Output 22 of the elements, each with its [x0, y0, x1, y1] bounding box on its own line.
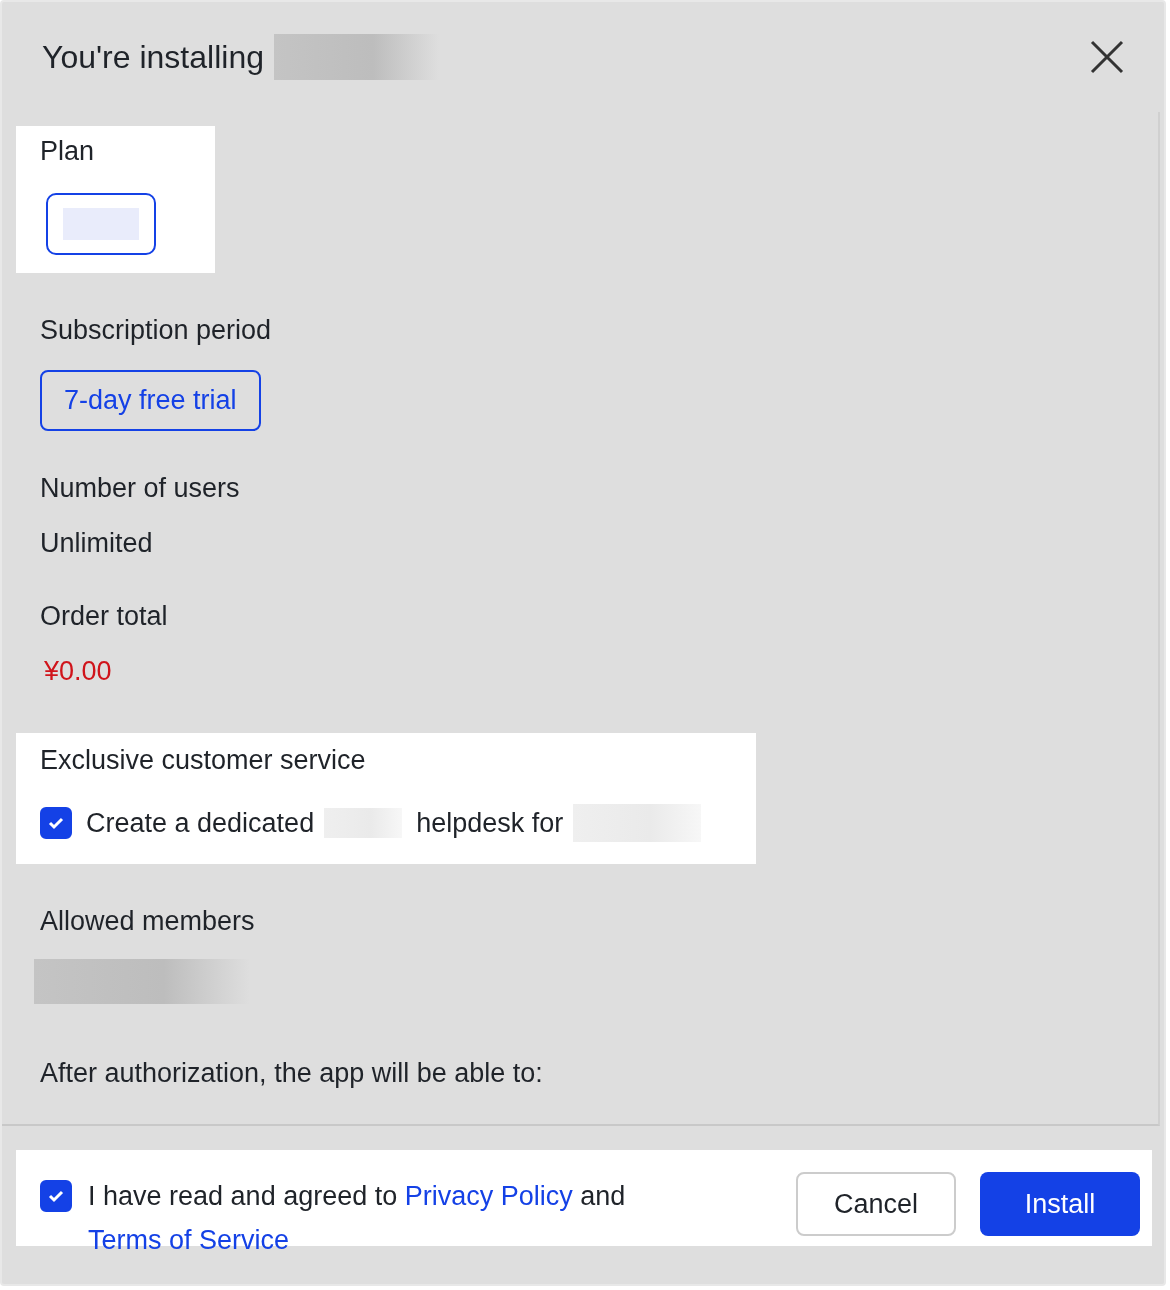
section-label: Allowed members — [39, 906, 256, 937]
section-label: Subscription period — [40, 315, 273, 346]
checkbox[interactable] — [40, 807, 72, 839]
close-icon[interactable] — [1090, 40, 1124, 74]
section-label: Exclusive customer service — [40, 745, 367, 776]
section-label: Number of users — [40, 473, 241, 504]
checkbox-label: Create a dedicated — [86, 807, 315, 839]
dialog-title: You're installing — [42, 38, 264, 76]
checkbox[interactable] — [40, 1180, 72, 1212]
plan-option[interactable] — [46, 193, 156, 255]
section-label: Order total — [40, 601, 169, 632]
permissions-heading: After authorization, the app will be able to: — [40, 1058, 544, 1089]
privacy-policy-link[interactable]: Privacy Policy — [404, 1181, 573, 1211]
install-button[interactable]: Install — [980, 1172, 1140, 1236]
order-total-price: ¥0.00 — [43, 656, 113, 687]
section-label: Plan — [40, 136, 96, 167]
users-value: Unlimited — [40, 528, 154, 559]
period-option[interactable]: 7-day free trial — [40, 370, 261, 431]
agreement-text: I have read and agreed to Privacy Policy and Terms of Service — [88, 1180, 627, 1257]
cancel-button[interactable]: Cancel — [796, 1172, 956, 1236]
checkbox-label: helpdesk for — [416, 807, 564, 839]
terms-of-service-link[interactable]: Terms of Service — [88, 1225, 290, 1255]
